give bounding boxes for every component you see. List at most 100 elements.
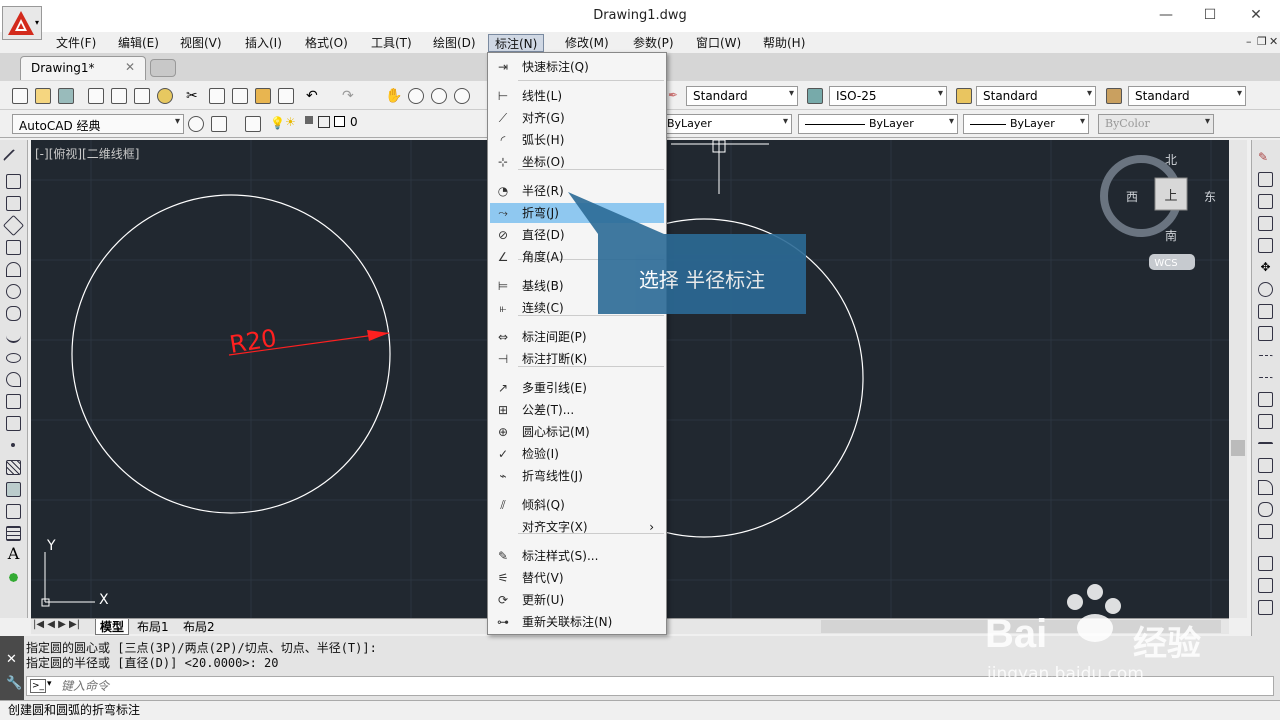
menu-item-quick-dim[interactable]: ⇥ 快速标注(Q) xyxy=(490,57,664,77)
line-icon[interactable] xyxy=(2,148,25,171)
color-select[interactable]: ByLayer ▾ xyxy=(664,114,792,134)
wcs-menu[interactable]: WCS xyxy=(1154,258,1177,269)
multileader-style-select[interactable]: Standard ▾ xyxy=(1128,86,1246,106)
layer-properties-icon[interactable] xyxy=(245,116,261,132)
mdi-restore-icon[interactable]: ❐ xyxy=(1257,35,1267,48)
compass-north[interactable]: 北 xyxy=(1165,153,1177,167)
3d-dwf-icon[interactable] xyxy=(157,88,173,104)
menu-item-mleader[interactable]: ↗ 多重引线(E) xyxy=(490,378,664,398)
tab-layout2[interactable]: 布局2 xyxy=(179,619,219,635)
explode-icon[interactable] xyxy=(1258,524,1273,539)
menu-dimension[interactable]: 标注(N) xyxy=(488,34,545,52)
command-input[interactable] xyxy=(61,678,661,694)
gradient-icon[interactable] xyxy=(6,482,21,497)
radius-dimension-text[interactable]: R20 xyxy=(228,324,279,359)
workspace-select[interactable]: AutoCAD 经典 ▾ xyxy=(12,114,184,134)
plot-style-select[interactable]: ByColor ▾ xyxy=(1098,114,1214,134)
menu-item-center-mark[interactable]: ⊕ 圆心标记(M) xyxy=(490,422,664,442)
point-icon[interactable] xyxy=(11,443,15,447)
viewport-label[interactable]: [-][俯视][二维线框] xyxy=(35,146,139,161)
paste-icon[interactable] xyxy=(232,88,248,104)
insert-block-icon[interactable] xyxy=(6,394,21,409)
mirror-icon[interactable] xyxy=(1258,194,1273,209)
vertical-scrollbar[interactable] xyxy=(1229,140,1247,618)
break-at-point-icon[interactable] xyxy=(1258,392,1273,407)
revision-cloud-icon[interactable] xyxy=(6,306,21,321)
chamfer-icon[interactable] xyxy=(1258,458,1273,473)
pan-icon[interactable]: ✋ xyxy=(385,88,402,104)
menu-help[interactable]: 帮助(H) xyxy=(757,34,811,52)
plot-preview-icon[interactable] xyxy=(111,88,127,104)
viewcube-top-face[interactable]: 上 xyxy=(1164,189,1177,204)
minimize-button[interactable]: — xyxy=(1152,4,1180,26)
close-tab-icon[interactable]: ✕ xyxy=(125,60,135,74)
close-command-icon[interactable]: ✕ xyxy=(6,652,17,667)
offset-icon[interactable] xyxy=(1258,216,1273,231)
copy-object-icon[interactable] xyxy=(1258,172,1273,187)
table-style-icon[interactable] xyxy=(956,88,972,104)
multileader-style-icon[interactable] xyxy=(1106,88,1122,104)
zoom-realtime-icon[interactable] xyxy=(408,88,424,104)
extend-icon[interactable] xyxy=(1258,377,1273,392)
command-prompt-icon[interactable]: >_ xyxy=(30,679,46,693)
trim-icon[interactable] xyxy=(1258,355,1273,370)
region-icon[interactable] xyxy=(6,504,21,519)
linetype-select[interactable]: ByLayer ▾ xyxy=(798,114,958,134)
stretch-icon[interactable] xyxy=(1258,326,1273,341)
redo-icon[interactable]: ↷ xyxy=(342,88,358,104)
arc-icon[interactable] xyxy=(6,262,21,277)
publish-icon[interactable] xyxy=(134,88,150,104)
dim-style-icon[interactable] xyxy=(807,88,823,104)
circle-icon[interactable] xyxy=(6,284,21,299)
text-style-icon[interactable]: ✒ xyxy=(668,88,684,104)
menu-item-jog-linear[interactable]: ⌁ 折弯线性(J) xyxy=(490,466,664,486)
menu-modify[interactable]: 修改(M) xyxy=(559,34,615,52)
menu-item-override[interactable]: ⚟ 替代(V) xyxy=(490,568,664,588)
print-icon[interactable] xyxy=(88,88,104,104)
new-tab-button[interactable] xyxy=(150,59,176,77)
menu-item-oblique[interactable]: ⫽ 倾斜(Q) xyxy=(490,495,664,515)
add-selected-icon[interactable] xyxy=(6,570,21,585)
tab-layout1[interactable]: 布局1 xyxy=(133,619,173,635)
mdi-minimize-icon[interactable]: – xyxy=(1246,35,1252,48)
rotate-icon[interactable] xyxy=(1258,282,1273,297)
fillet-icon[interactable] xyxy=(1258,480,1273,495)
menu-item-align-text[interactable]: 对齐文字(X) › xyxy=(490,517,664,537)
text-style-select[interactable]: Standard ▾ xyxy=(686,86,798,106)
match-properties-icon[interactable] xyxy=(255,88,271,104)
dim-style-select[interactable]: ISO-25 ▾ xyxy=(829,86,947,106)
make-block-icon[interactable] xyxy=(6,416,21,431)
menu-item-aligned[interactable]: ⟋ 对齐(G) xyxy=(490,108,664,128)
mdi-close-icon[interactable]: ✕ xyxy=(1269,35,1278,48)
layer-lock-icon[interactable] xyxy=(318,116,330,128)
menu-item-linear[interactable]: ⊢ 线性(L) xyxy=(490,86,664,106)
polygon-icon[interactable] xyxy=(2,214,25,237)
table-style-select[interactable]: Standard ▾ xyxy=(976,86,1096,106)
maximize-button[interactable]: ☐ xyxy=(1196,4,1224,26)
open-file-icon[interactable] xyxy=(35,88,51,104)
menu-draw[interactable]: 绘图(D) xyxy=(427,34,482,52)
scale-icon[interactable] xyxy=(1258,304,1273,319)
erase-icon[interactable]: ✎ xyxy=(1258,150,1273,165)
save-icon[interactable] xyxy=(58,88,74,104)
scrollbar-thumb[interactable] xyxy=(1231,440,1245,456)
menu-window[interactable]: 窗口(W) xyxy=(690,34,747,52)
menu-item-dim-style[interactable]: ✎ 标注样式(S)... xyxy=(490,546,664,566)
menu-format[interactable]: 格式(O) xyxy=(299,34,354,52)
zoom-previous-icon[interactable] xyxy=(454,88,470,104)
new-file-icon[interactable] xyxy=(12,88,28,104)
undo-icon[interactable]: ↶ xyxy=(306,88,322,104)
customize-icon[interactable]: 🔧 xyxy=(6,676,22,691)
menu-item-dim-space[interactable]: ⇔ 标注间距(P) xyxy=(490,327,664,347)
menu-item-dim-break[interactable]: ⊣ 标注打断(K) xyxy=(490,349,664,369)
zoom-window-icon[interactable] xyxy=(431,88,447,104)
workspace-settings-icon[interactable] xyxy=(188,116,204,132)
document-tab[interactable]: Drawing1* ✕ xyxy=(20,56,146,80)
array-icon[interactable] xyxy=(1258,238,1273,253)
close-button[interactable]: ✕ xyxy=(1242,4,1270,26)
multiline-text-icon[interactable]: A xyxy=(6,546,21,562)
menu-view[interactable]: 视图(V) xyxy=(174,34,228,52)
command-window-handle[interactable]: ✕ 🔧 xyxy=(0,636,24,700)
menu-item-reassociate[interactable]: ⊶ 重新关联标注(N) xyxy=(490,612,664,632)
layer-thaw-icon[interactable]: ☀ xyxy=(285,115,296,129)
